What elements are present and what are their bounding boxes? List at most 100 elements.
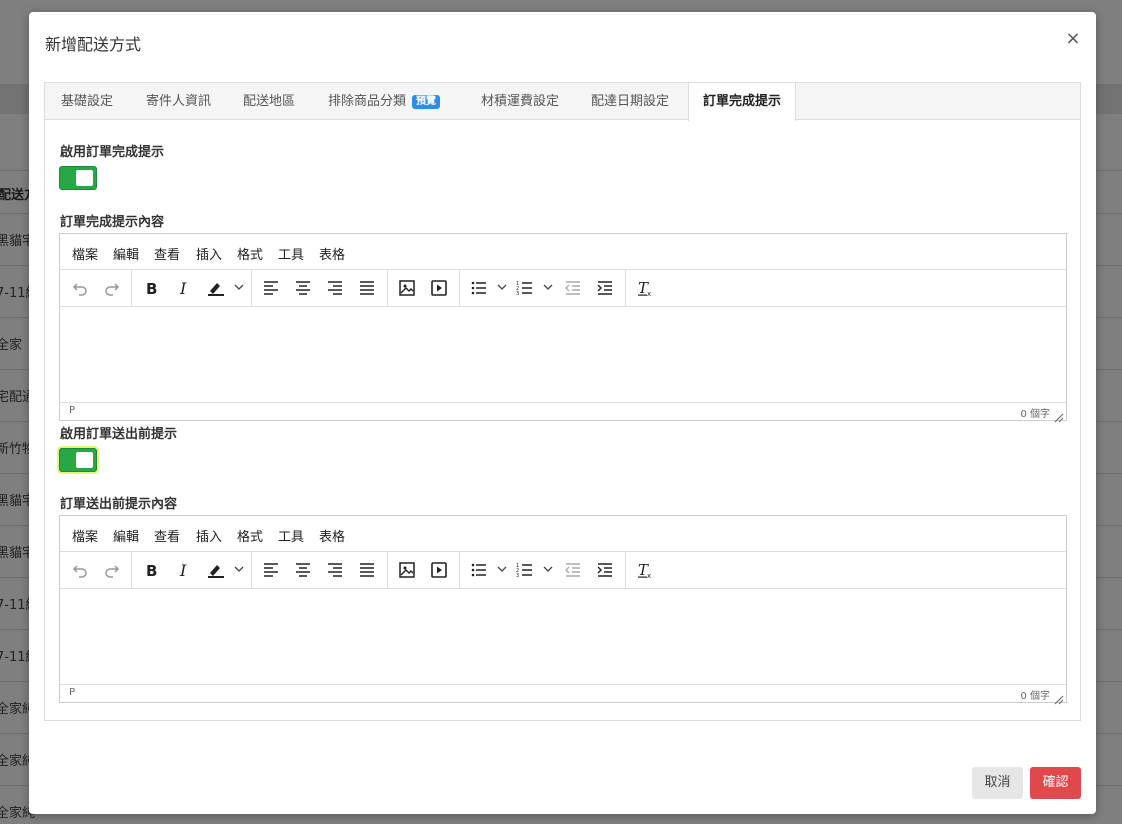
svg-text:B: B — [146, 562, 157, 579]
resize-handle-icon[interactable] — [1054, 690, 1064, 705]
tab-sender-info[interactable]: 寄件人資訊 — [146, 83, 211, 120]
menu-format[interactable]: 格式 — [237, 526, 263, 545]
menu-insert[interactable]: 插入 — [196, 526, 222, 545]
toolbar-divider — [131, 270, 132, 306]
confirm-button[interactable]: 確認 — [1030, 767, 1081, 799]
menu-tools[interactable]: 工具 — [278, 526, 304, 545]
order-complete-content-area[interactable] — [60, 307, 1066, 402]
image-icon[interactable] — [394, 276, 420, 300]
menu-tools[interactable]: 工具 — [278, 244, 304, 263]
italic-icon[interactable]: I — [171, 558, 197, 582]
order-complete-content-label: 訂單完成提示內容 — [60, 215, 165, 230]
menu-file[interactable]: 檔案 — [72, 526, 98, 545]
svg-text:I: I — [179, 561, 187, 579]
cancel-button[interactable]: 取消 — [972, 767, 1023, 799]
toolbar-divider — [459, 270, 460, 306]
align-justify-icon[interactable] — [354, 558, 380, 582]
tab-volume-shipping[interactable]: 材積運費設定 — [481, 83, 559, 120]
bold-icon[interactable]: B — [139, 276, 165, 300]
tab-delivery-region[interactable]: 配送地區 — [243, 83, 295, 120]
toolbar-divider — [251, 270, 252, 306]
close-icon[interactable]: × — [1064, 30, 1082, 48]
indent-icon[interactable] — [592, 558, 618, 582]
tab-basic-settings[interactable]: 基礎設定 — [61, 83, 113, 120]
numbered-list-icon[interactable]: 123 — [512, 558, 538, 582]
media-icon[interactable] — [426, 276, 452, 300]
menu-file[interactable]: 檔案 — [72, 244, 98, 263]
media-icon[interactable] — [426, 558, 452, 582]
tab-order-complete-notice[interactable]: 訂單完成提示 — [688, 83, 797, 121]
chevron-down-icon[interactable] — [233, 281, 245, 293]
enable-order-complete-toggle[interactable] — [59, 166, 97, 190]
editor-menubar: 檔案 編輯 查看 插入 格式 工具 表格 — [60, 234, 1066, 270]
toolbar-divider — [459, 552, 460, 588]
align-center-icon[interactable] — [290, 276, 316, 300]
svg-text:x: x — [647, 572, 651, 579]
editor-toolbar: B I 123 Tx — [60, 552, 1066, 589]
chevron-down-icon[interactable] — [496, 281, 508, 293]
editor-statusbar: P 0 個字 — [60, 402, 1066, 423]
undo-icon[interactable] — [67, 276, 93, 300]
clear-format-icon[interactable]: Tx — [632, 276, 658, 300]
menu-insert[interactable]: 插入 — [196, 244, 222, 263]
svg-text:3: 3 — [516, 291, 519, 297]
chevron-down-icon[interactable] — [233, 563, 245, 575]
menu-view[interactable]: 查看 — [154, 244, 180, 263]
outdent-icon[interactable] — [560, 558, 586, 582]
svg-text:I: I — [179, 279, 187, 297]
align-right-icon[interactable] — [322, 276, 348, 300]
menu-format[interactable]: 格式 — [237, 244, 263, 263]
menu-table[interactable]: 表格 — [319, 244, 345, 263]
undo-icon[interactable] — [67, 558, 93, 582]
align-left-icon[interactable] — [258, 276, 284, 300]
word-count: 0 個字 — [1020, 691, 1050, 702]
enable-order-complete-label: 啟用訂單完成提示 — [60, 145, 165, 160]
order-complete-editor: 檔案 編輯 查看 插入 格式 工具 表格 B I 1 2 3 T x P 0 個… — [59, 233, 1067, 423]
bullet-list-icon[interactable] — [466, 276, 492, 300]
menu-edit[interactable]: 編輯 — [113, 244, 139, 263]
word-count: 0 個字 — [1020, 409, 1050, 420]
numbered-list-icon[interactable]: 123 — [512, 276, 538, 300]
menu-view[interactable]: 查看 — [154, 526, 180, 545]
enable-order-submit-label: 啟用訂單送出前提示 — [60, 427, 178, 442]
menu-table[interactable]: 表格 — [319, 526, 345, 545]
tab-excluded-categories[interactable]: 排除商品分類 預覽 — [328, 83, 441, 120]
clear-format-icon[interactable]: Tx — [632, 558, 658, 582]
toolbar-divider — [131, 552, 132, 588]
chevron-down-icon[interactable] — [542, 281, 554, 293]
svg-text:B: B — [146, 280, 157, 297]
editor-menubar: 檔案 編輯 查看 插入 格式 工具 表格 — [60, 516, 1066, 552]
toggle-knob — [76, 170, 93, 186]
bullet-list-icon[interactable] — [466, 558, 492, 582]
align-left-icon[interactable] — [258, 558, 284, 582]
align-center-icon[interactable] — [290, 558, 316, 582]
chevron-down-icon[interactable] — [542, 563, 554, 575]
menu-edit[interactable]: 編輯 — [113, 526, 139, 545]
order-submit-editor: 檔案 編輯 查看 插入 格式 工具 表格 B I 1 2 3 T x P 0 個… — [59, 515, 1067, 705]
svg-text:x: x — [647, 290, 651, 297]
outdent-icon[interactable] — [560, 276, 586, 300]
order-submit-content-area[interactable] — [60, 589, 1066, 684]
enable-order-submit-toggle[interactable] — [59, 448, 97, 472]
redo-icon[interactable] — [99, 276, 125, 300]
bold-icon[interactable]: B — [139, 558, 165, 582]
add-shipping-method-modal: 新增配送方式 × 基礎設定 寄件人資訊 配送地區 排除商品分類 預覽 材積運費設定… — [29, 12, 1096, 814]
redo-icon[interactable] — [99, 558, 125, 582]
modal-title: 新增配送方式 — [45, 35, 142, 54]
align-right-icon[interactable] — [322, 558, 348, 582]
align-justify-icon[interactable] — [354, 276, 380, 300]
order-submit-content-label: 訂單送出前提示內容 — [60, 497, 178, 512]
element-path[interactable]: P — [69, 405, 75, 416]
tab-delivery-date[interactable]: 配達日期設定 — [591, 83, 669, 120]
element-path[interactable]: P — [69, 687, 75, 698]
image-icon[interactable] — [394, 558, 420, 582]
indent-icon[interactable] — [592, 276, 618, 300]
highlight-color-icon[interactable] — [203, 276, 229, 300]
chevron-down-icon[interactable] — [496, 563, 508, 575]
toolbar-divider — [625, 552, 626, 588]
italic-icon[interactable]: I — [171, 276, 197, 300]
resize-handle-icon[interactable] — [1054, 408, 1064, 423]
tab-panel: 基礎設定 寄件人資訊 配送地區 排除商品分類 預覽 材積運費設定 配達日期設定 訂… — [44, 82, 1081, 721]
toolbar-divider — [251, 552, 252, 588]
highlight-color-icon[interactable] — [203, 558, 229, 582]
